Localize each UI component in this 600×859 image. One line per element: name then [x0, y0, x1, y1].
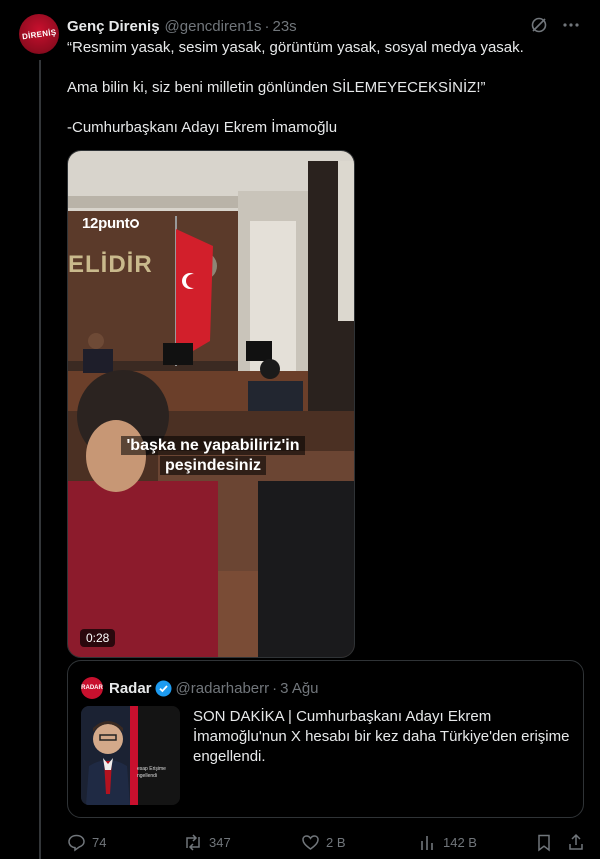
repost-button[interactable]: 347	[183, 830, 231, 854]
video-duration: 0:28	[80, 629, 116, 647]
subtitle-line: 'başka ne yapabiliriz'in	[121, 436, 305, 455]
tweet-paragraph: Ama bilin ki, siz beni milletin gönlünde…	[67, 79, 486, 96]
video-player[interactable]: 12punt ELİDİR 'başka ne yapabiliriz'in p…	[67, 150, 355, 658]
thumbnail-caption: esap Erişime ngellendi	[137, 766, 166, 779]
views-button[interactable]: 142 B	[419, 830, 477, 854]
quoted-author-name: Radar	[109, 679, 152, 697]
verified-badge-icon	[155, 680, 172, 697]
quoted-header: RADAR Radar @radarhaberr · 3 Ağu	[81, 677, 319, 699]
video-subtitle: 'başka ne yapabiliriz'in peşindesiniz	[108, 436, 318, 476]
author-avatar[interactable]: DİRENİŞ	[19, 14, 59, 54]
repost-icon	[183, 833, 203, 852]
brand-logo: 12punt	[82, 215, 140, 232]
quoted-text: SON DAKİKA | Cumhurbaşkanı Adayı Ekrem İ…	[193, 708, 570, 765]
like-button[interactable]: 2 B	[301, 830, 346, 854]
quoted-date: 3 Ağu	[280, 679, 319, 697]
reply-count: 74	[92, 834, 107, 850]
views-count: 142 B	[443, 834, 477, 850]
tweet-header: Genç Direniş @gencdiren1s · 23s	[67, 16, 580, 36]
tweet-page: DİRENİŞ Genç Direniş @gencdiren1s · 23s …	[0, 0, 600, 859]
reply-icon	[67, 833, 86, 852]
views-icon	[419, 833, 437, 852]
tweet-paragraph: “Resmim yasak, sesim yasak, görüntüm yas…	[67, 39, 524, 56]
heart-icon	[301, 833, 320, 852]
bookmark-button[interactable]	[535, 830, 553, 854]
tweet-time[interactable]: 23s	[273, 18, 297, 35]
quoted-tweet[interactable]: RADAR Radar @radarhaberr · 3 Ağu esap Er…	[67, 660, 584, 818]
author-handle[interactable]: @gencdiren1s	[165, 18, 262, 35]
quoted-thumbnail: esap Erişime ngellendi	[81, 706, 180, 805]
avatar-logo-text: DİRENİŞ	[21, 27, 57, 41]
quoted-handle: @radarhaberr	[175, 679, 270, 697]
thread-line	[39, 60, 41, 859]
tweet-text: “Resmim yasak, sesim yasak, görüntüm yas…	[67, 38, 577, 138]
like-count: 2 B	[326, 834, 346, 850]
courtroom-sign: ELİDİR	[68, 251, 153, 278]
grok-icon[interactable]	[530, 16, 548, 34]
separator-dot: ·	[264, 17, 270, 35]
tweet-paragraph: -Cumhurbaşkanı Adayı Ekrem İmamoğlu	[67, 119, 338, 136]
share-icon	[567, 833, 585, 852]
repost-count: 347	[209, 834, 231, 850]
separator-dot: ·	[272, 679, 278, 697]
subtitle-line: peşindesiniz	[159, 456, 267, 475]
share-button[interactable]	[567, 830, 585, 854]
quoted-avatar: RADAR	[81, 677, 103, 699]
author-name[interactable]: Genç Direniş	[67, 18, 160, 35]
action-bar: 74 347 2 B 142 B	[67, 830, 587, 854]
more-icon[interactable]	[562, 16, 580, 34]
bookmark-icon	[535, 833, 553, 852]
reply-button[interactable]: 74	[67, 830, 106, 854]
